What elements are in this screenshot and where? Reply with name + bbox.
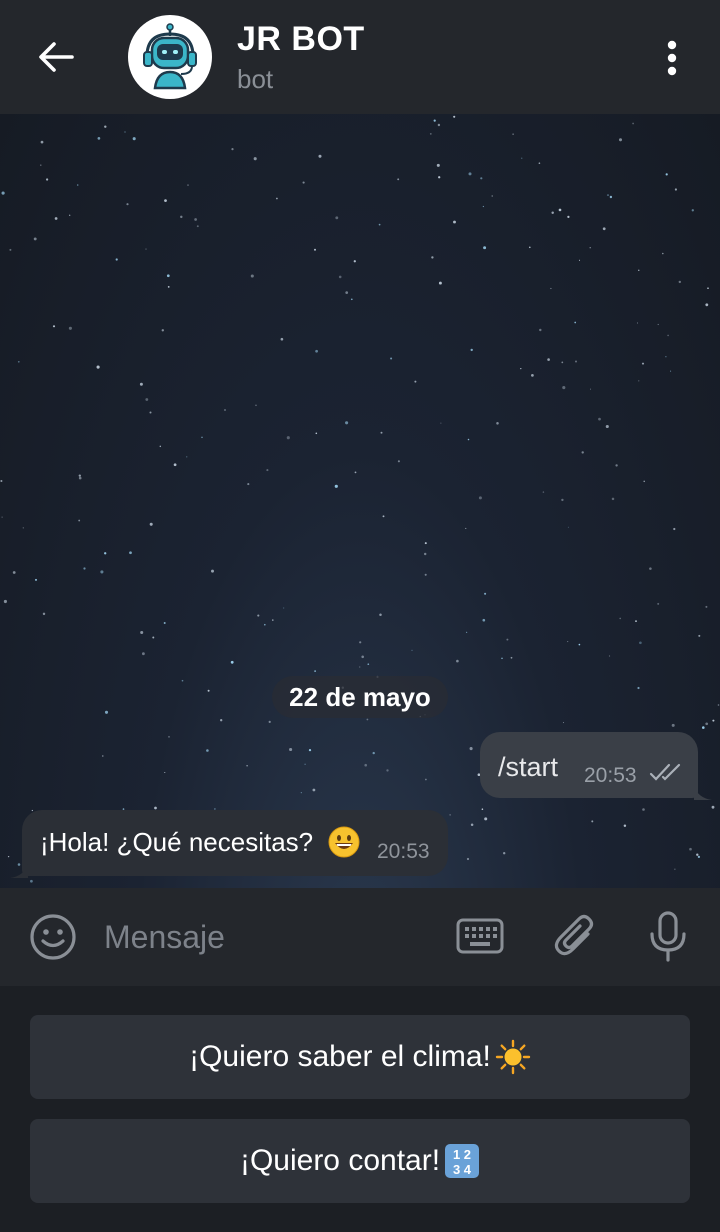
date-separator: 22 de mayo	[272, 676, 448, 718]
paperclip-icon[interactable]	[553, 912, 599, 962]
message-time: 20:53	[377, 840, 430, 863]
reply-button-count[interactable]: ¡Quiero contar! 1 2 3 4	[30, 1119, 690, 1203]
incoming-message[interactable]: ¡Hola! ¿Qué necesitas? 20:53	[22, 810, 448, 876]
reply-keyboard: ¡Quiero saber el clima! ¡Quiero contar! …	[0, 986, 720, 1232]
svg-text:1 2: 1 2	[453, 1147, 471, 1162]
input-numbers-icon: 1 2 3 4	[445, 1144, 480, 1178]
chat-title[interactable]: JR BOT	[237, 20, 365, 59]
svg-text:3 4: 3 4	[453, 1162, 472, 1177]
message-composer	[0, 888, 720, 986]
chat-area[interactable]: 22 de mayo /start 20:53 ¡Hola! ¿Qué nece…	[0, 114, 720, 888]
avatar[interactable]	[128, 15, 212, 99]
chat-subtitle: bot	[237, 64, 274, 94]
message-input[interactable]	[104, 908, 424, 966]
back-button[interactable]	[24, 28, 88, 86]
robot-headset-icon	[143, 23, 197, 90]
outgoing-message[interactable]: /start 20:53	[480, 732, 698, 798]
microphone-icon[interactable]	[645, 910, 691, 964]
bubble-tail	[10, 864, 28, 878]
more-vertical-icon	[667, 40, 677, 76]
chat-header: JR BOT bot	[0, 0, 720, 115]
more-options-button[interactable]	[650, 34, 694, 82]
message-text: /start	[498, 752, 559, 782]
message-text: ¡Hola! ¿Qué necesitas?	[40, 827, 314, 857]
sun-icon	[495, 1039, 531, 1075]
message-time: 20:53	[584, 764, 637, 787]
reply-button-label: ¡Quiero contar!	[239, 1144, 441, 1177]
double-check-icon	[649, 763, 681, 781]
smiley-icon[interactable]	[28, 912, 78, 962]
grinning-face-icon	[328, 826, 360, 858]
reply-button-label: ¡Quiero saber el clima!	[189, 1040, 491, 1073]
reply-button-weather[interactable]: ¡Quiero saber el clima!	[30, 1015, 690, 1099]
arrow-left-icon	[39, 42, 74, 72]
bubble-tail	[694, 786, 712, 800]
keyboard-icon[interactable]	[455, 916, 505, 958]
